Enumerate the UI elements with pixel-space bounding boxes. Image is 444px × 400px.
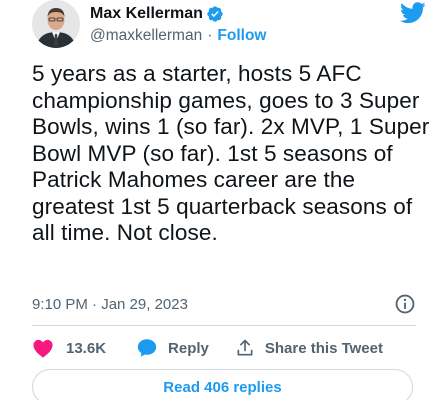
heart-icon [32,338,54,358]
tweet-timestamp[interactable]: 9:10 PM · Jan 29, 2023 [32,296,188,313]
handle-row: @maxkellerman · Follow [90,27,266,45]
tweet-card: Max Kellerman @maxkellerman · Follow 5 yea… [0,0,444,400]
separator-dot: · [207,27,213,44]
handle[interactable]: @maxkellerman [90,27,202,44]
share-label: Share this Tweet [264,339,383,357]
read-replies-button[interactable]: Read 406 replies [32,369,413,400]
tweet-header: Max Kellerman @maxkellerman · Follow [32,0,428,52]
like-count: 13.6K [66,339,107,357]
tweet-text: 5 years as a starter, hosts 5 AFC champi… [32,61,430,245]
read-replies-label: Read 406 replies [163,378,282,396]
tweet-actions: 13.6K Reply Share this Tweet [32,334,383,362]
verified-badge-icon [206,5,224,23]
twitter-bird-icon[interactable] [399,2,426,24]
author-names: Max Kellerman @maxkellerman · Follow [90,4,266,45]
tweet-meta: 9:10 PM · Jan 29, 2023 [32,293,416,315]
reply-label: Reply [168,339,209,357]
name-row: Max Kellerman [90,4,266,24]
follow-button[interactable]: Follow [217,27,266,44]
avatar-photo [32,0,80,48]
share-upload-icon [235,338,255,358]
reply-button[interactable]: Reply [136,337,209,359]
share-button[interactable]: Share this Tweet [235,338,383,358]
divider [32,325,416,326]
info-icon[interactable] [394,293,416,315]
like-button[interactable]: 13.6K [32,338,106,358]
speech-bubble-icon [136,337,158,359]
display-name[interactable]: Max Kellerman [90,5,203,23]
avatar[interactable] [32,0,80,48]
